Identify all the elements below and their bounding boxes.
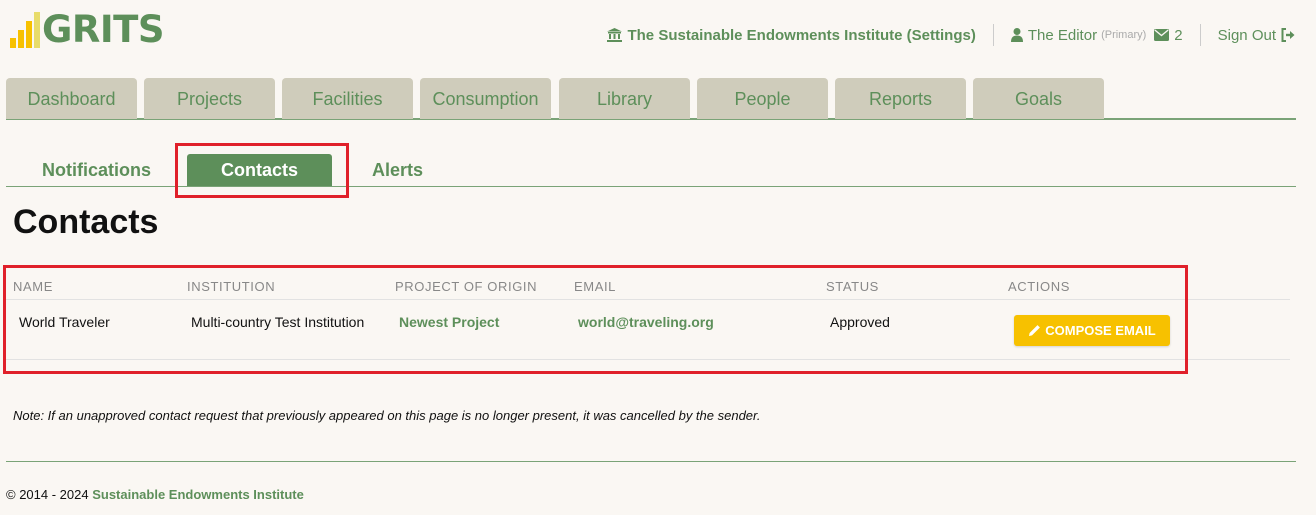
tab-library[interactable]: Library [559, 78, 690, 119]
messages-link[interactable]: 2 [1154, 26, 1183, 44]
nav-divider [1199, 24, 1201, 46]
institution-settings-link[interactable]: The Sustainable Endowments Institute (Se… [607, 26, 976, 44]
logo-bars-icon [10, 12, 40, 48]
table-highlight [3, 265, 1188, 374]
footer: © 2014 - 2024 Sustainable Endowments Ins… [6, 487, 304, 502]
tab-projects[interactable]: Projects [144, 78, 275, 119]
user-icon [1010, 28, 1023, 42]
nav-divider [992, 24, 994, 46]
contacts-tab-highlight [175, 143, 349, 198]
tab-people[interactable]: People [697, 78, 828, 119]
logo-text: GRITS [42, 8, 165, 51]
tab-facilities[interactable]: Facilities [282, 78, 413, 119]
sign-out-icon [1281, 28, 1295, 42]
grits-logo[interactable]: GRITS [10, 8, 165, 51]
institution-name: The Sustainable Endowments Institute (Se… [627, 26, 976, 44]
cancellation-note: Note: If an unapproved contact request t… [13, 408, 761, 423]
user-name: The Editor [1027, 26, 1098, 44]
subtab-alerts[interactable]: Alerts [372, 154, 423, 186]
tab-reports[interactable]: Reports [835, 78, 966, 119]
tab-goals[interactable]: Goals [973, 78, 1104, 119]
copyright-text: © 2014 - 2024 [6, 487, 89, 502]
tab-dashboard[interactable]: Dashboard [6, 78, 137, 119]
footer-divider [6, 461, 1296, 462]
message-count: 2 [1174, 26, 1183, 44]
sign-out-label: Sign Out [1217, 26, 1276, 44]
user-role: (Primary) [1101, 29, 1147, 41]
envelope-icon [1154, 29, 1170, 41]
user-profile-link[interactable]: The Editor [1010, 26, 1098, 44]
main-tab-bar: Dashboard Projects Facilities Consumptio… [6, 78, 1296, 120]
tab-consumption[interactable]: Consumption [420, 78, 551, 119]
page-title: Contacts [13, 203, 159, 241]
subtab-notifications[interactable]: Notifications [42, 154, 151, 186]
top-navigation: The Sustainable Endowments Institute (Se… [607, 24, 1296, 46]
sign-out-link[interactable]: Sign Out [1218, 27, 1296, 44]
institution-icon [607, 28, 623, 42]
footer-institute-link[interactable]: Sustainable Endowments Institute [92, 487, 304, 502]
